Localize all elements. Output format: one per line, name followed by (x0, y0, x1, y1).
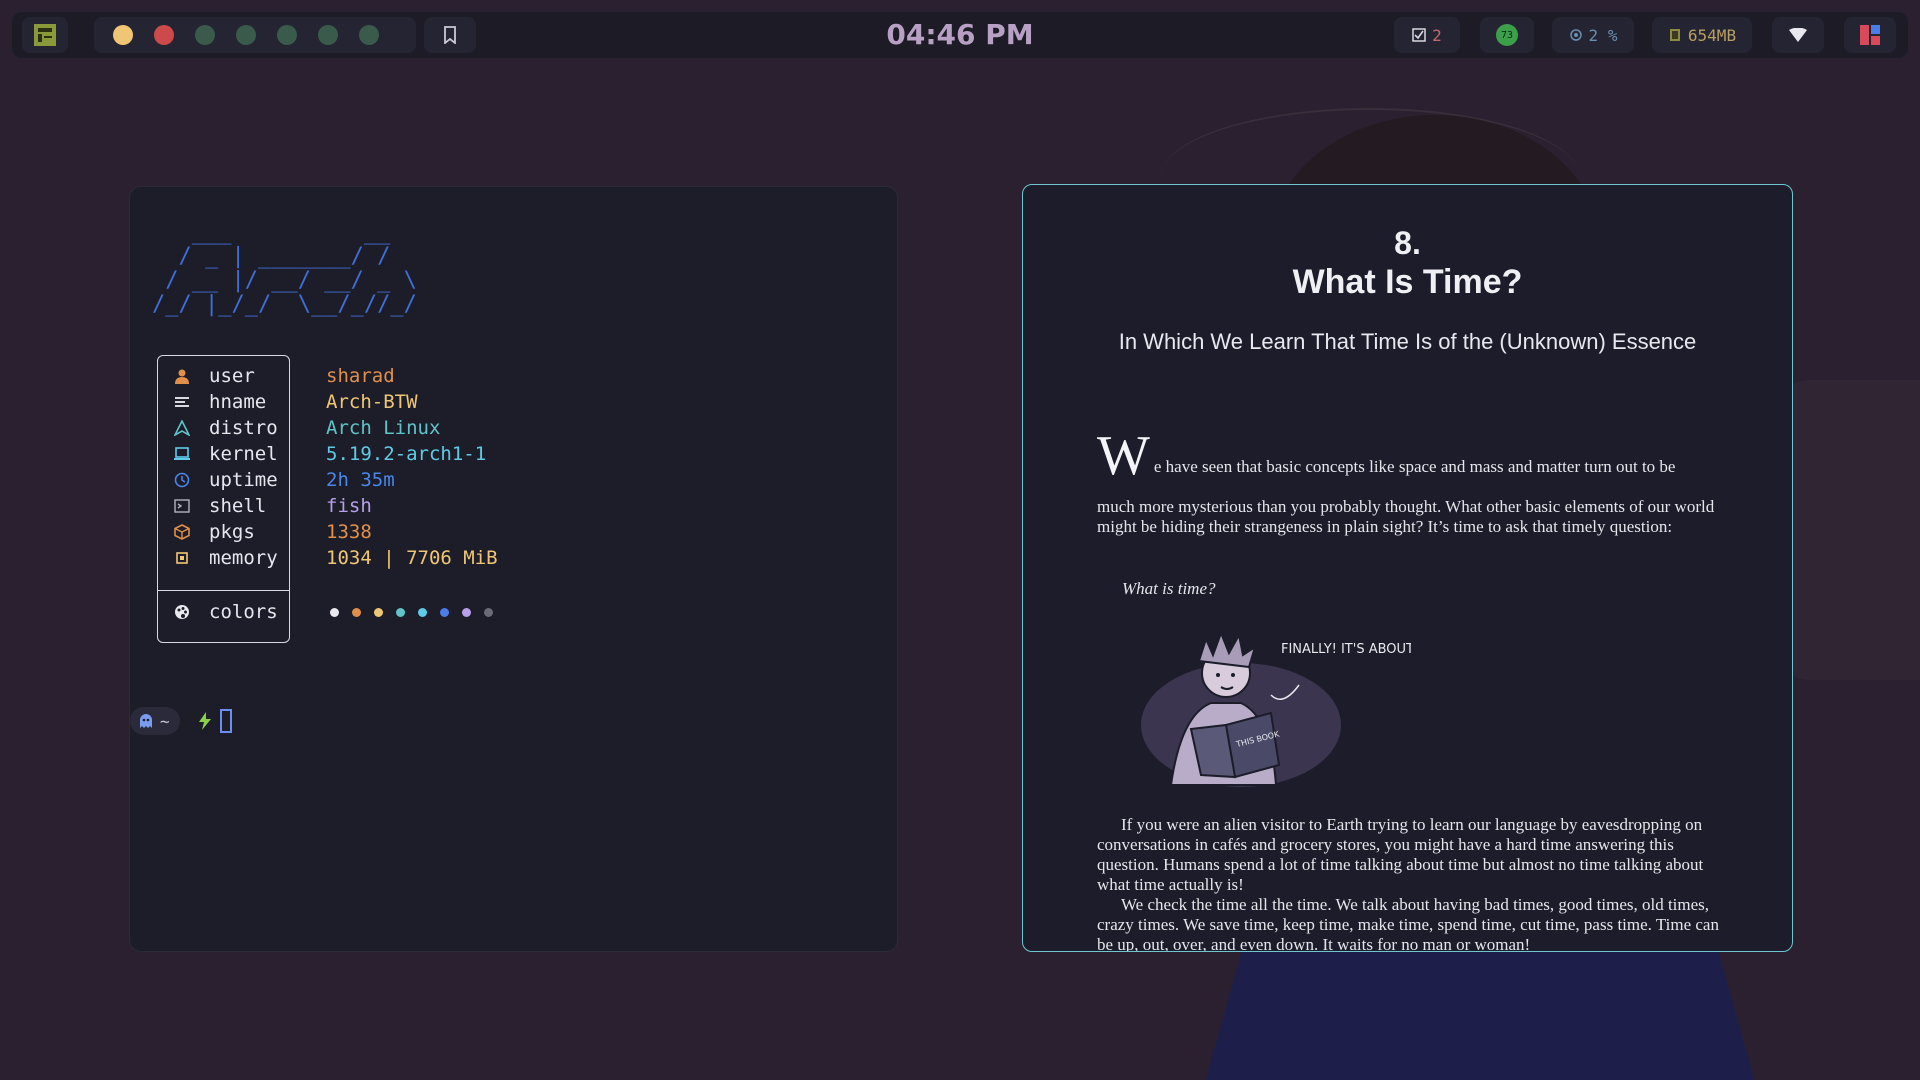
terminal-icon (167, 498, 197, 514)
fetch-value-uptime: 2h 35m (326, 469, 395, 491)
wallpaper-figure-body (1200, 940, 1760, 1080)
ghost-icon (140, 714, 152, 728)
wifi-button[interactable] (1772, 17, 1824, 53)
fetch-value-hname: Arch-BTW (326, 391, 418, 413)
cpu-value: 2 % (1588, 25, 1618, 45)
bookmark-button[interactable] (424, 17, 476, 53)
fetch-label-uptime: uptime (209, 469, 278, 491)
shell-prompt[interactable]: ~ (130, 707, 232, 735)
fetch-row-user: user sharad (157, 363, 395, 389)
workspace-1[interactable] (113, 25, 133, 45)
palette-dot-3 (374, 607, 383, 617)
fetch-label-shell: shell (209, 495, 267, 517)
terminal-window[interactable]: ___ __ / _ | _______/ / / __ |/ __/ __/ … (129, 186, 898, 952)
paragraph-1-first-line: e have seen that basic concepts like spa… (1153, 457, 1676, 476)
layout-button[interactable] (1844, 17, 1896, 53)
paragraph-3: We check the time all the time. We talk … (1097, 895, 1719, 952)
palette-dot-2 (352, 607, 361, 617)
memory-chip-icon (1669, 29, 1680, 41)
bookmark-icon (444, 26, 456, 44)
launcher-button[interactable] (22, 17, 68, 53)
comic-illustration: THIS BOOK FINALLY! IT'S ABOUT TIME! (1131, 625, 1455, 795)
color-palette (330, 607, 493, 617)
fetch-label-pkgs: pkgs (209, 521, 255, 543)
fetch-label-user: user (209, 365, 255, 387)
workspace-3[interactable] (195, 25, 215, 45)
updates-badge: 73 (1496, 24, 1518, 46)
palette-icon (167, 604, 197, 620)
memory-indicator[interactable]: 654MB (1652, 17, 1752, 53)
user-icon (167, 368, 197, 384)
palette-dot-8 (484, 607, 493, 617)
fetch-row-uptime: uptime 2h 35m (157, 467, 395, 493)
fetch-value-distro: Arch Linux (326, 417, 441, 439)
terminal-cursor (219, 709, 232, 733)
arch-ascii-logo: ___ __ / _ | _______/ / / __ |/ __/ __/ … (152, 220, 417, 317)
workspace-4[interactable] (236, 25, 256, 45)
info-divider (158, 590, 289, 591)
fetch-label-distro: distro (209, 417, 278, 439)
cpu-icon (1569, 29, 1582, 41)
fetch-row-memory: memory 1034 | 7706 MiB (157, 545, 498, 571)
palette-dot-7 (462, 607, 471, 617)
fetch-row-colors: colors (157, 599, 493, 625)
layout-icon (1860, 25, 1880, 45)
palette-dot-4 (396, 607, 405, 617)
package-icon (167, 524, 197, 540)
fetch-label-kernel: kernel (209, 443, 278, 465)
paragraph-1: W e have seen that basic concepts like s… (1097, 425, 1727, 487)
clock[interactable]: 04:46 PM (886, 18, 1033, 51)
updates-indicator[interactable]: 73 (1480, 17, 1534, 53)
chapter-subtitle: In Which We Learn That Time Is of the (U… (1118, 329, 1697, 354)
fetch-value-memory: 1034 | 7706 MiB (326, 547, 498, 569)
fetch-row-shell: shell fish (157, 493, 372, 519)
hostname-icon (167, 394, 197, 410)
cpu-indicator[interactable]: 2 % (1552, 17, 1634, 53)
fetch-label-hname: hname (209, 391, 267, 413)
workspace-5[interactable] (277, 25, 297, 45)
fetch-row-hname: hname Arch-BTW (157, 389, 418, 415)
tasks-indicator[interactable]: 2 (1394, 17, 1460, 53)
fetch-label-memory: memory (209, 547, 278, 569)
memory-value: 654MB (1687, 25, 1737, 45)
fetch-label-colors: colors (209, 601, 278, 623)
book-reader-window[interactable]: 8. What Is Time? In Which We Learn That … (1022, 184, 1793, 952)
clock-icon (167, 472, 197, 488)
paragraph-1-rest: much more mysterious than you probably t… (1097, 497, 1715, 536)
palette-dot-5 (418, 607, 427, 617)
prompt-pill: ~ (130, 707, 180, 735)
workspace-6[interactable] (318, 25, 338, 45)
fetch-value-shell: fish (326, 495, 372, 517)
fetch-row-pkgs: pkgs 1338 (157, 519, 372, 545)
top-bar: 04:46 PM 2 73 2 % 654MB (12, 12, 1908, 58)
chapter-number: 8. (1394, 225, 1421, 261)
wifi-icon (1789, 28, 1807, 42)
workspace-7[interactable] (359, 25, 379, 45)
fetch-row-distro: distro Arch Linux (157, 415, 440, 441)
chapter-title: What Is Time? (1292, 263, 1523, 301)
comic-speech: FINALLY! IT'S ABOUT TIME! (1281, 642, 1411, 657)
workspace-2[interactable] (154, 25, 174, 45)
quote-text: What is time? (1122, 579, 1216, 598)
workspaces (94, 17, 416, 53)
palette-dot-6 (440, 607, 449, 617)
prompt-directory: ~ (160, 711, 170, 731)
launcher-icon (34, 24, 56, 46)
paragraph-2: If you were an alien visitor to Earth tr… (1097, 815, 1704, 894)
chip-icon (167, 550, 197, 566)
fetch-value-user: sharad (326, 365, 395, 387)
updates-count: 73 (1500, 29, 1514, 41)
distro-icon (167, 420, 197, 436)
tasks-count: 2 (1432, 25, 1442, 45)
checkbox-icon (1412, 28, 1426, 42)
palette-dot-1 (330, 607, 339, 617)
fetch-value-kernel: 5.19.2-arch1-1 (326, 443, 487, 465)
lightning-icon (198, 712, 211, 730)
laptop-icon (167, 446, 197, 462)
fetch-value-pkgs: 1338 (326, 521, 372, 543)
fetch-row-kernel: kernel 5.19.2-arch1-1 (157, 441, 486, 467)
drop-cap: W (1097, 425, 1150, 487)
